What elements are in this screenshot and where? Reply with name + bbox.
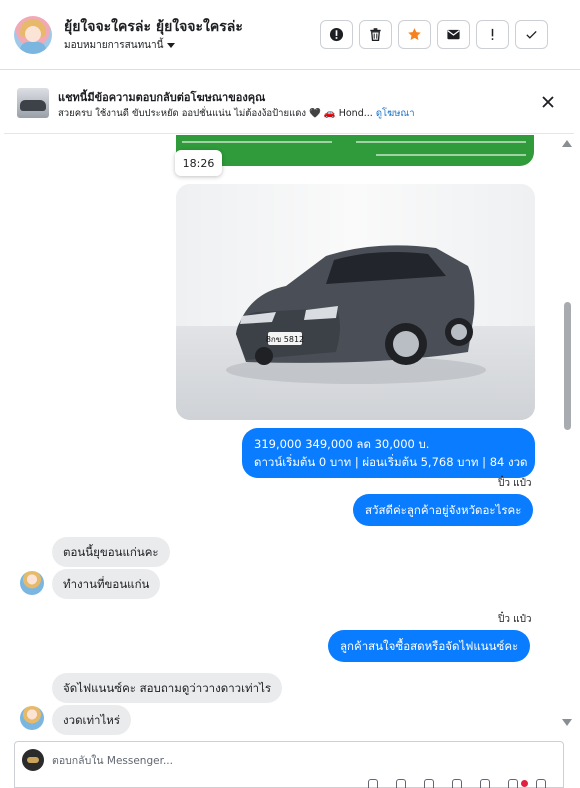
seen-indicator: ปิ๋ว แป๋ว xyxy=(498,478,532,489)
ad-image-bottom[interactable] xyxy=(176,135,534,166)
price-message[interactable]: 319,000 349,000 ลด 30,000 บ. ดาวน์เริ่มต… xyxy=(242,428,535,478)
gif-icon[interactable] xyxy=(449,779,465,788)
car-photo-message[interactable]: 8กข 5812 xyxy=(176,184,535,420)
greeting-message[interactable]: สวัสดีค่ะลูกค้าอยู่จังหวัดอะไรคะ xyxy=(353,494,534,526)
contact-name[interactable]: ยุ้ยใจจะใครล่ะ ยุ้ยใจจะใครล่ะ xyxy=(64,16,243,38)
ad-banner-subtitle: สวยครบ ใช้งานดี ขับประหยัด ออปชั่นแน่น ไ… xyxy=(58,108,415,119)
ad-reply-banner: แชทนี้มีข้อความตอบกลับต่อโฆษณาของคุณ สวย… xyxy=(4,72,574,134)
add-person-icon[interactable] xyxy=(365,779,381,788)
follow-up-button[interactable] xyxy=(476,20,509,49)
assign-conversation-dropdown[interactable]: มอบหมายการสนทนานี้ xyxy=(64,38,176,53)
notification-dot xyxy=(521,780,528,787)
message-time-tooltip: 18:26 xyxy=(175,150,222,176)
incoming-message[interactable]: ทำงานที่ขอนแก่น xyxy=(52,569,161,599)
conversation-header: ยุ้ยใจจะใครล่ะ ยุ้ยใจจะใครล่ะ มอบหมายการ… xyxy=(0,0,580,70)
assign-label: มอบหมายการสนทนานี้ xyxy=(64,40,164,51)
incoming-message[interactable]: ตอนนี้ยุขอนแก่นคะ xyxy=(52,537,170,567)
star-button[interactable] xyxy=(398,20,431,49)
mail-icon xyxy=(447,29,460,40)
chevron-down-icon xyxy=(167,43,176,48)
sticker-icon[interactable] xyxy=(505,779,521,788)
mark-unread-button[interactable] xyxy=(437,20,470,49)
conversation-actions xyxy=(320,20,548,49)
view-ad-link[interactable]: ดูโฆษณา xyxy=(376,108,415,119)
mark-done-button[interactable] xyxy=(515,20,548,49)
license-plate: 8กข 5812 xyxy=(266,335,304,344)
outgoing-message[interactable]: ลูกค้าสนใจซื้อสดหรือจัดไฟแนนซ์คะ xyxy=(328,630,531,662)
exclamation-icon xyxy=(491,28,494,40)
reply-composer xyxy=(14,741,564,788)
trash-icon xyxy=(370,28,381,41)
delete-button[interactable] xyxy=(359,20,392,49)
spam-icon xyxy=(329,27,344,42)
scroll-down-arrow[interactable] xyxy=(562,719,572,726)
emoji-icon[interactable] xyxy=(477,779,493,788)
reply-input[interactable] xyxy=(52,752,532,770)
attach-icon[interactable] xyxy=(421,779,437,788)
spam-button[interactable] xyxy=(320,20,353,49)
contact-avatar-small[interactable] xyxy=(20,571,44,595)
save-reply-icon[interactable] xyxy=(393,779,409,788)
seen-indicator: ปิ๋ว แป๋ว xyxy=(498,614,532,625)
incoming-message[interactable]: งวดเท่าไหร่ xyxy=(52,705,132,735)
car-illustration: 8กข 5812 xyxy=(226,245,486,384)
scroll-up-arrow[interactable] xyxy=(562,140,572,147)
star-icon xyxy=(408,28,421,41)
contact-avatar-small[interactable] xyxy=(20,706,44,730)
scrollbar-thumb[interactable] xyxy=(564,302,571,430)
ad-thumbnail[interactable] xyxy=(17,88,49,118)
contact-avatar[interactable] xyxy=(14,16,52,54)
check-icon xyxy=(526,30,537,39)
ad-banner-title: แชทนี้มีข้อความตอบกลับต่อโฆษณาของคุณ xyxy=(58,91,266,104)
close-icon[interactable] xyxy=(540,94,556,110)
incoming-message[interactable]: จัดไฟแนนซ์คะ สอบถามดูว่าวางดาวเท่าไร xyxy=(52,673,283,703)
page-avatar xyxy=(22,749,44,771)
more-icon[interactable] xyxy=(533,779,549,788)
